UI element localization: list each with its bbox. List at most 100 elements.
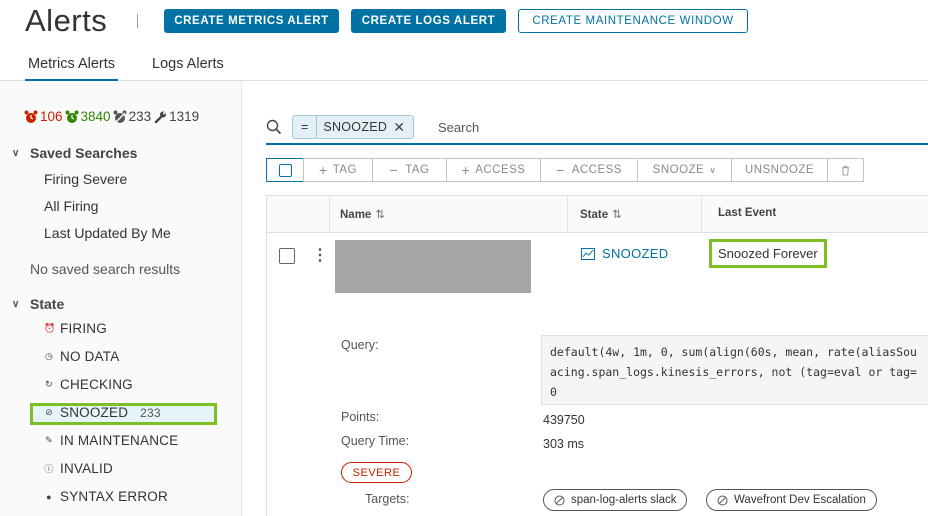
trash-icon bbox=[841, 165, 850, 176]
state-title: State bbox=[30, 296, 65, 312]
tab-logs-alerts[interactable]: Logs Alerts bbox=[152, 56, 224, 72]
checking-icon bbox=[65, 110, 79, 123]
create-maintenance-window-button[interactable]: CREATE MAINTENANCE WINDOW bbox=[518, 9, 748, 33]
saved-searches-header[interactable]: ∨ Saved Searches bbox=[12, 145, 137, 161]
search-bar[interactable]: = SNOOZED ✕ Search bbox=[266, 115, 928, 145]
query-label: Query: bbox=[341, 338, 379, 352]
query-line: 0 bbox=[550, 385, 557, 399]
snooze-icon: ⊘ bbox=[45, 407, 53, 417]
chevron-down-icon: ∨ bbox=[12, 298, 20, 310]
column-header-state[interactable]: State ⇅ bbox=[580, 207, 622, 221]
severity-badge: SEVERE bbox=[341, 462, 412, 483]
snooze-button[interactable]: SNOOZE ∨ bbox=[637, 158, 732, 182]
state-item-label: SNOOZED bbox=[60, 405, 129, 420]
checking-count[interactable]: 3840 bbox=[81, 109, 111, 124]
target-pill[interactable]: span-log-alerts slack bbox=[543, 489, 688, 511]
alerts-main: = SNOOZED ✕ Search + TAG − TAG + ACCESS − AC… bbox=[242, 81, 928, 516]
target-icon bbox=[554, 495, 565, 505]
targets-label: Targets: bbox=[365, 492, 410, 506]
alert-type-tabs: Metrics Alerts Logs Alerts bbox=[0, 50, 928, 82]
column-divider bbox=[567, 196, 568, 233]
saved-search-firing-severe[interactable]: Firing Severe bbox=[44, 171, 127, 187]
maintenance-count[interactable]: 1319 bbox=[169, 109, 199, 124]
no-saved-search-results: No saved search results bbox=[30, 261, 181, 277]
sort-icon: ⇅ bbox=[375, 209, 385, 221]
remove-tag-button[interactable]: − TAG bbox=[372, 158, 447, 182]
minus-icon: − bbox=[556, 162, 565, 178]
filter-value: SNOOZED bbox=[323, 120, 388, 134]
query-time-label: Query Time: bbox=[341, 434, 410, 448]
target-icon bbox=[717, 495, 728, 505]
unsnooze-button[interactable]: UNSNOOZE bbox=[731, 158, 828, 182]
state-item-syntax-error[interactable]: ● SYNTAX ERROR bbox=[44, 489, 168, 504]
bulk-action-toolbar: + TAG − TAG + ACCESS − ACCESS SNOOZE ∨ UNSNOO… bbox=[266, 158, 864, 182]
row-checkbox[interactable] bbox=[279, 248, 295, 264]
search-icon bbox=[266, 119, 282, 135]
alarm-icon: ⏰ bbox=[44, 323, 56, 333]
column-header-last-event[interactable]: Last Event bbox=[718, 207, 776, 219]
saved-search-last-updated[interactable]: Last Updated By Me bbox=[44, 225, 171, 241]
filter-chip[interactable]: = SNOOZED ✕ bbox=[292, 115, 414, 139]
alert-name-redacted bbox=[335, 240, 531, 293]
state-item-in-maintenance[interactable]: ✎ IN MAINTENANCE bbox=[44, 433, 178, 448]
plus-icon: + bbox=[461, 162, 471, 178]
page-title: Alerts bbox=[25, 3, 108, 38]
state-item-firing[interactable]: ⏰ FIRING bbox=[44, 321, 107, 336]
points-label: Points: bbox=[341, 410, 380, 424]
select-all-checkbox[interactable] bbox=[266, 158, 304, 182]
alerts-table: Name ⇅ State ⇅ Last Event ⋮ SNOOZED Snooze… bbox=[266, 195, 928, 516]
delete-button[interactable] bbox=[827, 158, 864, 182]
points-value: 439750 bbox=[543, 413, 585, 427]
state-item-label: INVALID bbox=[60, 461, 113, 476]
column-header-name[interactable]: Name ⇅ bbox=[340, 207, 385, 221]
firing-count[interactable]: 106 bbox=[40, 109, 63, 124]
chevron-down-icon: ∨ bbox=[709, 164, 717, 175]
add-access-button[interactable]: + ACCESS bbox=[446, 158, 541, 182]
plus-icon: + bbox=[319, 162, 328, 178]
state-item-snoozed[interactable]: ⊘ SNOOZED 233 bbox=[44, 405, 161, 420]
state-item-label: FIRING bbox=[60, 321, 107, 336]
create-metrics-alert-button[interactable]: CREATE METRICS ALERT bbox=[164, 9, 339, 33]
target-pill[interactable]: Wavefront Dev Escalation bbox=[706, 489, 877, 511]
add-tag-button[interactable]: + TAG bbox=[303, 158, 373, 182]
state-item-no-data[interactable]: ◷ NO DATA bbox=[44, 349, 119, 364]
state-item-checking[interactable]: ↻ CHECKING bbox=[44, 377, 133, 392]
alarm-outline-icon: ◷ bbox=[44, 351, 54, 361]
close-icon[interactable]: ✕ bbox=[393, 119, 413, 136]
create-logs-alert-button[interactable]: CREATE LOGS ALERT bbox=[351, 9, 506, 33]
more-actions-icon[interactable]: ⋮ bbox=[312, 245, 328, 265]
wrench-icon bbox=[154, 111, 167, 123]
state-item-label: IN MAINTENANCE bbox=[60, 433, 179, 448]
snooze-icon bbox=[113, 110, 127, 123]
search-input[interactable]: Search bbox=[438, 120, 479, 135]
tab-metrics-alerts[interactable]: Metrics Alerts bbox=[24, 56, 119, 82]
info-icon: ⓘ bbox=[44, 464, 54, 474]
query-line: default(4w, 1m, 0, sum(align(60s, mean, … bbox=[550, 345, 917, 359]
sync-icon: ↻ bbox=[45, 379, 53, 389]
state-header[interactable]: ∨ State bbox=[12, 296, 64, 312]
last-event-value: Snoozed Forever bbox=[709, 239, 827, 268]
error-icon: ● bbox=[46, 491, 52, 502]
minus-icon: − bbox=[389, 162, 399, 178]
column-divider bbox=[701, 196, 702, 233]
query-time-value: 303 ms bbox=[543, 437, 584, 451]
column-divider bbox=[329, 196, 330, 233]
remove-access-button[interactable]: − ACCESS bbox=[540, 158, 638, 182]
state-item-label: CHECKING bbox=[60, 377, 133, 392]
table-header: Name ⇅ State ⇅ Last Event bbox=[267, 196, 928, 233]
alarm-icon bbox=[24, 110, 38, 123]
saved-search-all-firing[interactable]: All Firing bbox=[44, 198, 98, 214]
saved-searches-title: Saved Searches bbox=[30, 145, 138, 161]
state-item-count: 233 bbox=[140, 405, 161, 420]
snoozed-count[interactable]: 233 bbox=[129, 109, 152, 124]
chart-icon bbox=[581, 247, 595, 260]
filter-sidebar: 106 3840 233 1319 ∨ Saved Searches Firin… bbox=[0, 81, 242, 516]
row-state[interactable]: SNOOZED bbox=[581, 246, 668, 261]
sort-icon: ⇅ bbox=[612, 209, 622, 221]
page-header: Alerts CREATE METRICS ALERT CREATE LOGS … bbox=[0, 0, 928, 42]
filter-operator[interactable]: = bbox=[293, 116, 318, 138]
state-item-invalid[interactable]: ⓘ INVALID bbox=[44, 461, 113, 476]
state-counts: 106 3840 233 1319 bbox=[24, 109, 199, 124]
query-code: default(4w, 1m, 0, sum(align(60s, mean, … bbox=[541, 335, 928, 405]
query-line: acing.span_logs.kinesis_errors, not (tag… bbox=[550, 365, 917, 379]
